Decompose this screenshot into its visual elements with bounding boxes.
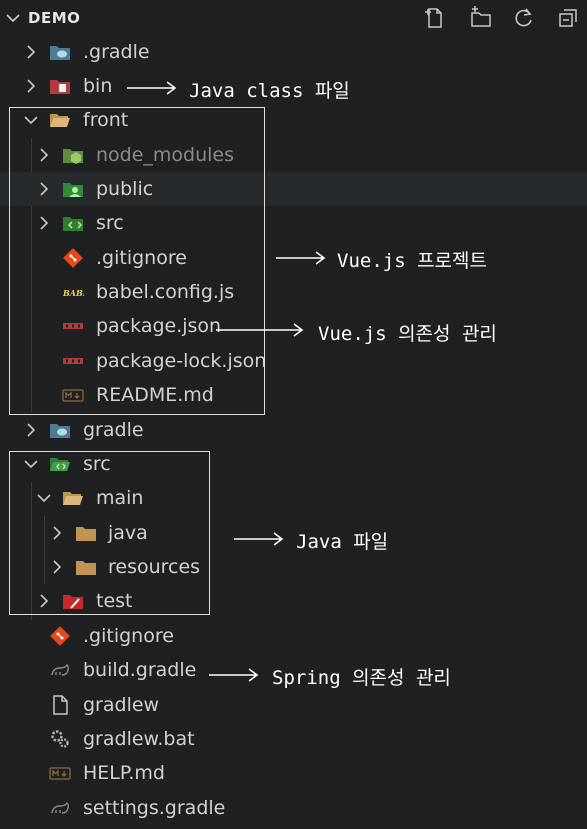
chevron-down-icon[interactable]	[5, 10, 21, 26]
tree-item-help-md[interactable]: HELP.md	[0, 756, 587, 790]
markdown-icon	[49, 767, 71, 780]
chevron-right-icon	[27, 45, 36, 59]
tree-item-dot-gradle[interactable]: .gradle	[0, 35, 587, 69]
src-highlight-box	[9, 451, 210, 615]
arrow-right-icon	[127, 81, 177, 95]
tree-item-gitignore[interactable]: .gitignore	[0, 619, 587, 653]
tree-item-label: settings.gradle	[83, 797, 226, 819]
tree-item-label: .gradle	[83, 41, 150, 63]
annotation-vue-deps: Vue.js 의존성 관리	[318, 323, 497, 345]
tree-item-gradlew-bat[interactable]: gradlew.bat	[0, 722, 587, 756]
tree-item-label: gradlew	[83, 694, 160, 716]
front-highlight-box	[9, 107, 265, 415]
tree-item-label: HELP.md	[83, 762, 165, 784]
git-icon	[50, 626, 70, 646]
tree-item-gradle[interactable]: gradle	[0, 413, 587, 447]
explorer-header: DEMO	[0, 0, 587, 36]
chevron-right-icon	[27, 423, 36, 437]
gradle-folder-icon	[50, 46, 70, 60]
tree-item-settings-gradle[interactable]: settings.gradle	[0, 791, 587, 825]
refresh-icon[interactable]	[512, 6, 536, 30]
new-folder-icon[interactable]	[469, 6, 493, 30]
arrow-right-icon	[209, 668, 259, 682]
chevron-right-icon	[27, 79, 36, 93]
tree-item-label: .gitignore	[83, 625, 174, 647]
explorer-title: DEMO	[28, 9, 81, 27]
tree-item-label: gradlew.bat	[83, 728, 195, 750]
gear-icon	[51, 730, 69, 748]
new-file-icon[interactable]	[423, 6, 447, 30]
file-icon	[53, 695, 68, 715]
tree-item-label: build.gradle	[83, 659, 197, 681]
gradle-icon	[51, 663, 70, 676]
annotation-bin: Java class 파일	[189, 80, 350, 102]
arrow-right-icon	[276, 251, 326, 265]
tree-item-label: gradle	[83, 419, 144, 441]
bin-folder-icon	[50, 80, 70, 94]
arrow-right-icon	[234, 532, 284, 546]
tree-item-label: bin	[83, 75, 113, 97]
arrow-right-icon	[216, 323, 304, 337]
annotation-spring-deps: Spring 의존성 관리	[272, 667, 451, 689]
gradle-icon	[51, 801, 70, 814]
collapse-all-icon[interactable]	[556, 6, 580, 30]
gradle-folder-icon	[50, 424, 70, 438]
annotation-java: Java 파일	[296, 531, 389, 553]
annotation-vue: Vue.js 프로젝트	[337, 250, 487, 272]
tree-item-gradlew[interactable]: gradlew	[0, 688, 587, 722]
